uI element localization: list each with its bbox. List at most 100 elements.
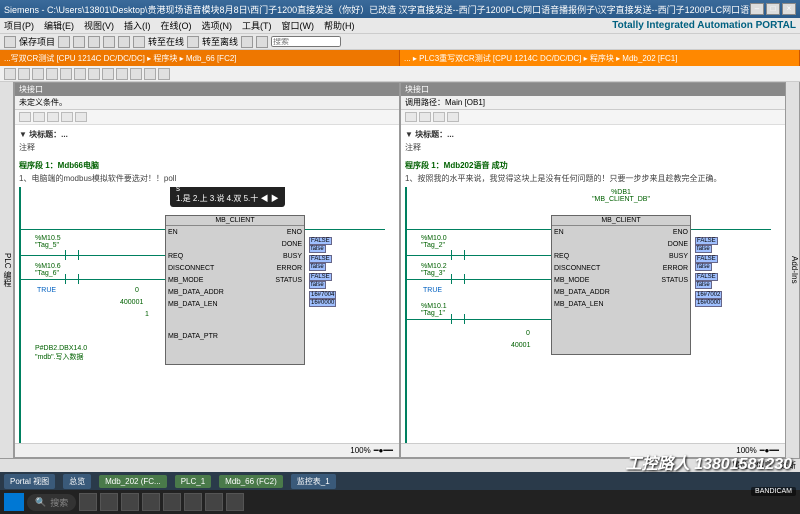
contact-icon[interactable]	[19, 112, 31, 122]
zoom-slider[interactable]: ━●━━	[374, 446, 393, 455]
main-toolbar: 保存项目 转至在线 转至离线	[0, 34, 800, 50]
taskbar-app[interactable]	[79, 493, 97, 511]
value: TRUE	[37, 287, 56, 294]
ladder-canvas-right[interactable]: %DB1"MB_CLIENT_DB" MB_CLIENT ENENO DONE …	[401, 187, 785, 443]
coil-icon[interactable]	[33, 112, 45, 122]
taskbar-app[interactable]	[121, 493, 139, 511]
taskbar-app[interactable]	[205, 493, 223, 511]
network-title[interactable]: 程序段 1：Mdb66电脑	[19, 160, 395, 171]
portal-tab[interactable]: 总览	[63, 474, 91, 489]
search-icon[interactable]	[256, 36, 268, 48]
zoom-value[interactable]: 100%	[350, 446, 370, 455]
portal-view-button[interactable]: Portal 视图	[4, 474, 55, 489]
go-offline-icon[interactable]	[187, 36, 199, 48]
tag[interactable]: %M10.5"Tag_5"	[35, 235, 61, 249]
block-title[interactable]: ▼ 块标题：...	[405, 129, 781, 140]
tag[interactable]: %M10.0"Tag_2"	[421, 235, 447, 249]
taskbar-app[interactable]	[184, 493, 202, 511]
tool-icon[interactable]	[144, 68, 156, 80]
block-title[interactable]: ▼ 块标题：...	[19, 129, 395, 140]
portal-tab[interactable]: 监控表_1	[291, 474, 336, 489]
fb-block[interactable]: MB_CLIENT ENENO DONE REQBUSY DISCONNECTE…	[165, 215, 305, 365]
tool-icon[interactable]	[46, 68, 58, 80]
no-contact[interactable]	[65, 274, 79, 284]
portal-tab[interactable]: Mdb_66 (FC2)	[219, 475, 283, 488]
block-comment[interactable]: 注释	[19, 142, 395, 153]
box-icon[interactable]	[61, 112, 73, 122]
menu-options[interactable]: 选项(N)	[202, 19, 233, 32]
value: false	[309, 263, 326, 271]
taskbar-app[interactable]	[100, 493, 118, 511]
menu-tools[interactable]: 工具(T)	[242, 19, 272, 32]
no-contact[interactable]	[451, 274, 465, 284]
taskbar-app[interactable]	[142, 493, 160, 511]
ptr-tag[interactable]: P#DB2.DBX14.0"mdb".写入数据	[35, 345, 87, 362]
close-button[interactable]: ×	[782, 3, 796, 15]
tag[interactable]: %M10.6"Tag_6"	[35, 263, 61, 277]
taskbar-app[interactable]	[163, 493, 181, 511]
coil-icon[interactable]	[419, 112, 431, 122]
minimize-button[interactable]: –	[750, 3, 764, 15]
side-tab-left[interactable]: PLC 编程	[0, 82, 14, 458]
contact-icon[interactable]	[405, 112, 417, 122]
tag[interactable]: %M10.2"Tag_3"	[421, 263, 447, 277]
tag[interactable]: %M10.1"Tag_1"	[421, 303, 447, 317]
cut-icon[interactable]	[58, 36, 70, 48]
tool-icon[interactable]	[102, 68, 114, 80]
start-button[interactable]	[4, 493, 24, 511]
menu-help[interactable]: 帮助(H)	[324, 19, 355, 32]
menu-edit[interactable]: 编辑(E)	[44, 19, 74, 32]
network-comment[interactable]: 1、电脑端的modbus模拟软件要选对！！poll	[19, 173, 395, 184]
undo-icon[interactable]	[103, 36, 115, 48]
portal-tab[interactable]: Mdb_202 (FC...	[99, 475, 167, 488]
paste-icon[interactable]	[88, 36, 100, 48]
go-offline-label[interactable]: 转至离线	[202, 35, 238, 48]
branch-icon[interactable]	[433, 112, 445, 122]
save-icon[interactable]	[4, 36, 16, 48]
branch-icon[interactable]	[47, 112, 59, 122]
no-contact[interactable]	[451, 314, 465, 324]
ladder-canvas-left[interactable]: %DB3"MB_CLIENT_DB_1" MB_CLIENT ENENO DON…	[15, 187, 399, 443]
redo-icon[interactable]	[118, 36, 130, 48]
tool-icon[interactable]	[18, 68, 30, 80]
ime-popup[interactable]: s 1.是 2.上 3.说 4.双 5.十 ◀ ▶	[170, 187, 285, 207]
menu-project[interactable]: 项目(P)	[4, 19, 34, 32]
tool-icon[interactable]	[88, 68, 100, 80]
taskbar-app[interactable]	[226, 493, 244, 511]
breadcrumb-left[interactable]: ...写双CR测试 [CPU 1214C DC/DC/DC] ▸ 程序块 ▸ M…	[0, 50, 400, 66]
tool-icon[interactable]	[4, 68, 16, 80]
no-contact[interactable]	[65, 250, 79, 260]
portal-tab[interactable]: PLC_1	[175, 475, 211, 488]
breadcrumb-right[interactable]: ... ▸ PLC3重写双CR测试 [CPU 1214C DC/DC/DC] ▸…	[400, 50, 800, 66]
block-comment[interactable]: 注释	[405, 142, 781, 153]
tool-icon[interactable]	[116, 68, 128, 80]
menu-view[interactable]: 视图(V)	[84, 19, 114, 32]
search-input[interactable]	[271, 36, 341, 47]
menu-online[interactable]: 在线(O)	[161, 19, 192, 32]
download-icon[interactable]	[241, 36, 253, 48]
maximize-button[interactable]: □	[766, 3, 780, 15]
tool-icon[interactable]	[158, 68, 170, 80]
menu-window[interactable]: 窗口(W)	[282, 19, 315, 32]
menu-insert[interactable]: 插入(I)	[124, 19, 151, 32]
compare-icon[interactable]	[75, 112, 87, 122]
tool-icon[interactable]	[130, 68, 142, 80]
copy-icon[interactable]	[73, 36, 85, 48]
box-icon[interactable]	[447, 112, 459, 122]
taskbar-search[interactable]: 🔍 搜索	[27, 494, 76, 511]
network-title[interactable]: 程序段 1：Mdb202语音 成功	[405, 160, 781, 171]
tool-icon[interactable]	[32, 68, 44, 80]
save-label[interactable]: 保存项目	[19, 35, 55, 48]
ime-candidates[interactable]: 1.是 2.上 3.说 4.双 5.十 ◀ ▶	[176, 193, 279, 204]
go-online-icon[interactable]	[133, 36, 145, 48]
value: 16#7004	[309, 291, 336, 299]
value: FALSE	[309, 273, 332, 281]
side-tab-right[interactable]: Add-Ins	[786, 82, 800, 458]
network-comment[interactable]: 1、按照我的水平来说，我觉得这块上是没有任何问题的！只要一步步来且趁教完全正确。	[405, 173, 781, 184]
tool-icon[interactable]	[74, 68, 86, 80]
fb-block[interactable]: MB_CLIENT ENENO DONE REQBUSY DISCONNECTE…	[551, 215, 691, 355]
value: FALSE	[695, 237, 718, 245]
go-online-label[interactable]: 转至在线	[148, 35, 184, 48]
no-contact[interactable]	[451, 250, 465, 260]
tool-icon[interactable]	[60, 68, 72, 80]
